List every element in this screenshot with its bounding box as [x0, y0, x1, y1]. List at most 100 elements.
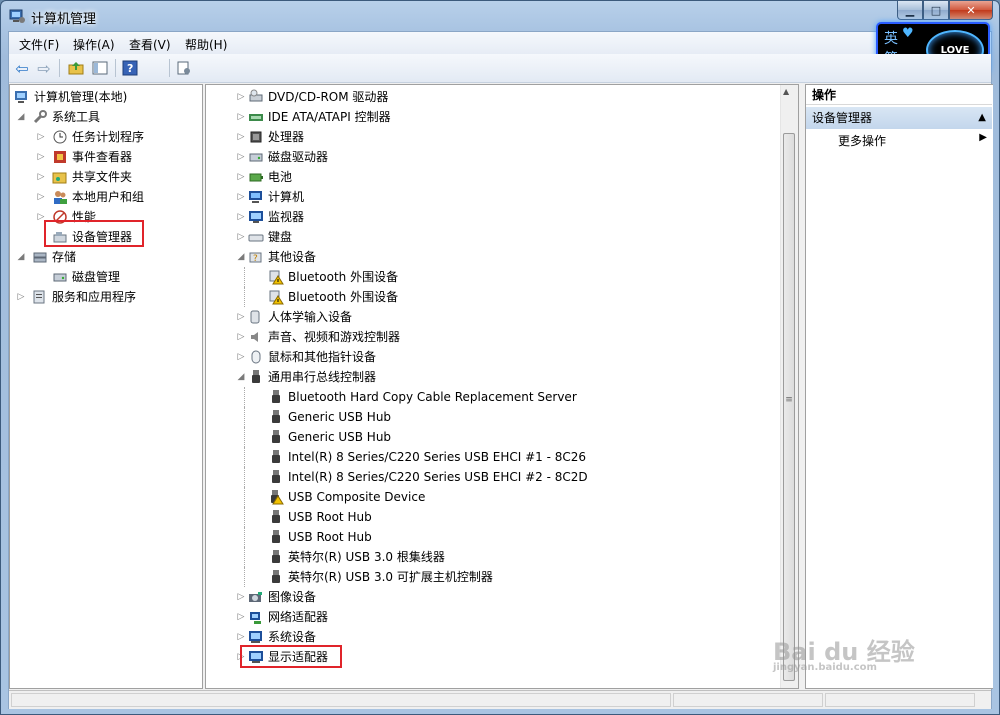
expanded-arrow-icon[interactable]: ◢ [16, 107, 26, 127]
device-category-row[interactable]: ▷ 图像设备 [206, 587, 776, 607]
collapsed-arrow-icon[interactable]: ▷ [36, 167, 46, 187]
users-icon [52, 189, 68, 205]
device-category-row[interactable]: ▷ 磁盘驱动器 [206, 147, 776, 167]
ide-controller-icon [248, 109, 264, 125]
collapsed-arrow-icon[interactable]: ▷ [236, 127, 246, 147]
device-category-row[interactable]: ▷ 键盘 [206, 227, 776, 247]
show-hide-tree-icon[interactable] [91, 59, 109, 77]
collapsed-arrow-icon[interactable]: ▷ [16, 287, 26, 307]
usb-icon [268, 549, 284, 565]
device-row[interactable]: Bluetooth 外围设备 [206, 267, 776, 287]
device-category-row[interactable]: ▷ IDE ATA/ATAPI 控制器 [206, 107, 776, 127]
collapsed-arrow-icon[interactable]: ▷ [36, 147, 46, 167]
device-row[interactable]: 英特尔(R) USB 3.0 根集线器 [206, 547, 776, 567]
device-category-row[interactable]: ▷ 计算机 [206, 187, 776, 207]
collapsed-arrow-icon[interactable]: ▷ [236, 87, 246, 107]
collapsed-arrow-icon[interactable]: ▷ [236, 607, 246, 627]
device-category-row[interactable]: ▷ 声音、视频和游戏控制器 [206, 327, 776, 347]
usb-icon [248, 369, 264, 385]
device-row[interactable]: USB Root Hub [206, 527, 776, 547]
collapsed-arrow-icon[interactable]: ▷ [236, 327, 246, 347]
ime-mode-english[interactable]: 英 [884, 28, 898, 48]
collapsed-arrow-icon[interactable]: ▷ [236, 187, 246, 207]
device-category-row[interactable]: ▷ DVD/CD-ROM 驱动器 [206, 87, 776, 107]
hid-icon [248, 309, 264, 325]
menu-file[interactable]: 文件(F) [19, 36, 59, 53]
collapsed-arrow-icon[interactable]: ▷ [236, 107, 246, 127]
device-category-row[interactable]: ▷ 人体学输入设备 [206, 307, 776, 327]
sound-icon [248, 329, 264, 345]
device-category-row[interactable]: ▷ 鼠标和其他指针设备 [206, 347, 776, 367]
expanded-arrow-icon[interactable]: ◢ [16, 247, 26, 267]
collapsed-arrow-icon[interactable]: ▷ [236, 347, 246, 367]
usb-icon [268, 409, 284, 425]
collapsed-arrow-icon[interactable]: ▷ [36, 127, 46, 147]
scroll-thumb[interactable] [783, 133, 795, 681]
device-row[interactable]: Intel(R) 8 Series/C220 Series USB EHCI #… [206, 467, 776, 487]
device-label: 监视器 [268, 210, 305, 224]
back-arrow-icon[interactable]: ⇦ [13, 59, 31, 78]
device-category-row[interactable]: ▷ 电池 [206, 167, 776, 187]
collapsed-arrow-icon[interactable]: ▷ [236, 627, 246, 647]
usb-icon [268, 429, 284, 445]
device-label: 电池 [268, 170, 293, 184]
menu-help[interactable]: 帮助(H) [185, 36, 227, 53]
device-row[interactable]: USB Root Hub [206, 507, 776, 527]
minimize-button[interactable]: ▁ [897, 1, 923, 20]
device-label: Generic USB Hub [288, 430, 392, 444]
disk-icon [52, 269, 68, 285]
collapsed-arrow-icon[interactable]: ▷ [36, 187, 46, 207]
device-category-row[interactable]: ▷ 系统设备 [206, 627, 776, 647]
collapsed-arrow-icon[interactable]: ▷ [236, 227, 246, 247]
tree-label: 存储 [52, 250, 77, 264]
up-folder-icon[interactable] [67, 59, 85, 77]
submenu-arrow-icon[interactable]: ▶ [979, 132, 987, 143]
device-category-row[interactable]: ▷ 网络适配器 [206, 607, 776, 627]
window-title: 计算机管理 [31, 12, 97, 27]
actions-section-label: 设备管理器 [812, 111, 873, 125]
device-row[interactable]: Bluetooth 外围设备 [206, 287, 776, 307]
device-row[interactable]: USB Composite Device [206, 487, 776, 507]
device-row[interactable]: Generic USB Hub [206, 407, 776, 427]
device-row[interactable]: Bluetooth Hard Copy Cable Replacement Se… [206, 387, 776, 407]
device-label: 英特尔(R) USB 3.0 可扩展主机控制器 [288, 570, 493, 584]
imaging-device-icon [248, 589, 264, 605]
title-bar[interactable]: 计算机管理 ▁ □ ✕ [1, 1, 999, 31]
properties-icon[interactable] [175, 59, 193, 77]
device-category-row[interactable]: ◢? 其他设备 [206, 247, 776, 267]
device-row[interactable]: 英特尔(R) USB 3.0 可扩展主机控制器 [206, 567, 776, 587]
collapsed-arrow-icon[interactable]: ▷ [236, 207, 246, 227]
device-category-row[interactable]: ▷ 监视器 [206, 207, 776, 227]
scroll-up-icon[interactable]: ▲ [783, 87, 789, 96]
more-actions-link[interactable]: 更多操作 [838, 132, 886, 149]
device-label: 人体学输入设备 [268, 310, 353, 324]
expanded-arrow-icon[interactable]: ◢ [236, 247, 246, 267]
device-label: Generic USB Hub [288, 410, 392, 424]
menu-view[interactable]: 查看(V) [129, 36, 171, 53]
computer-mgmt-icon [14, 89, 30, 105]
device-category-row[interactable]: ▷ 处理器 [206, 127, 776, 147]
device-label: 磁盘驱动器 [268, 150, 329, 164]
menu-action[interactable]: 操作(A) [73, 36, 115, 53]
actions-section-device-manager[interactable]: 设备管理器 ▲ [806, 107, 992, 129]
computer-icon [248, 189, 264, 205]
tree-connector [244, 387, 259, 407]
device-row[interactable]: Generic USB Hub [206, 427, 776, 447]
forward-arrow-icon[interactable]: ⇨ [35, 59, 53, 78]
vertical-scrollbar[interactable]: ▲ ≡ [780, 85, 798, 688]
tree-connector [244, 547, 259, 567]
help-icon[interactable]: ? [121, 59, 139, 77]
collapsed-arrow-icon[interactable]: ▷ [236, 147, 246, 167]
collapse-up-icon[interactable]: ▲ [978, 107, 986, 129]
maximize-button[interactable]: □ [923, 1, 949, 20]
expanded-arrow-icon[interactable]: ◢ [236, 367, 246, 387]
services-icon [32, 289, 48, 305]
collapsed-arrow-icon[interactable]: ▷ [236, 167, 246, 187]
collapsed-arrow-icon[interactable]: ▷ [236, 587, 246, 607]
share-folder-icon [52, 169, 68, 185]
device-row[interactable]: Intel(R) 8 Series/C220 Series USB EHCI #… [206, 447, 776, 467]
collapsed-arrow-icon[interactable]: ▷ [236, 307, 246, 327]
device-category-row[interactable]: ◢ 通用串行总线控制器 [206, 367, 776, 387]
tree-label: 任务计划程序 [72, 130, 145, 144]
close-button[interactable]: ✕ [949, 1, 993, 20]
